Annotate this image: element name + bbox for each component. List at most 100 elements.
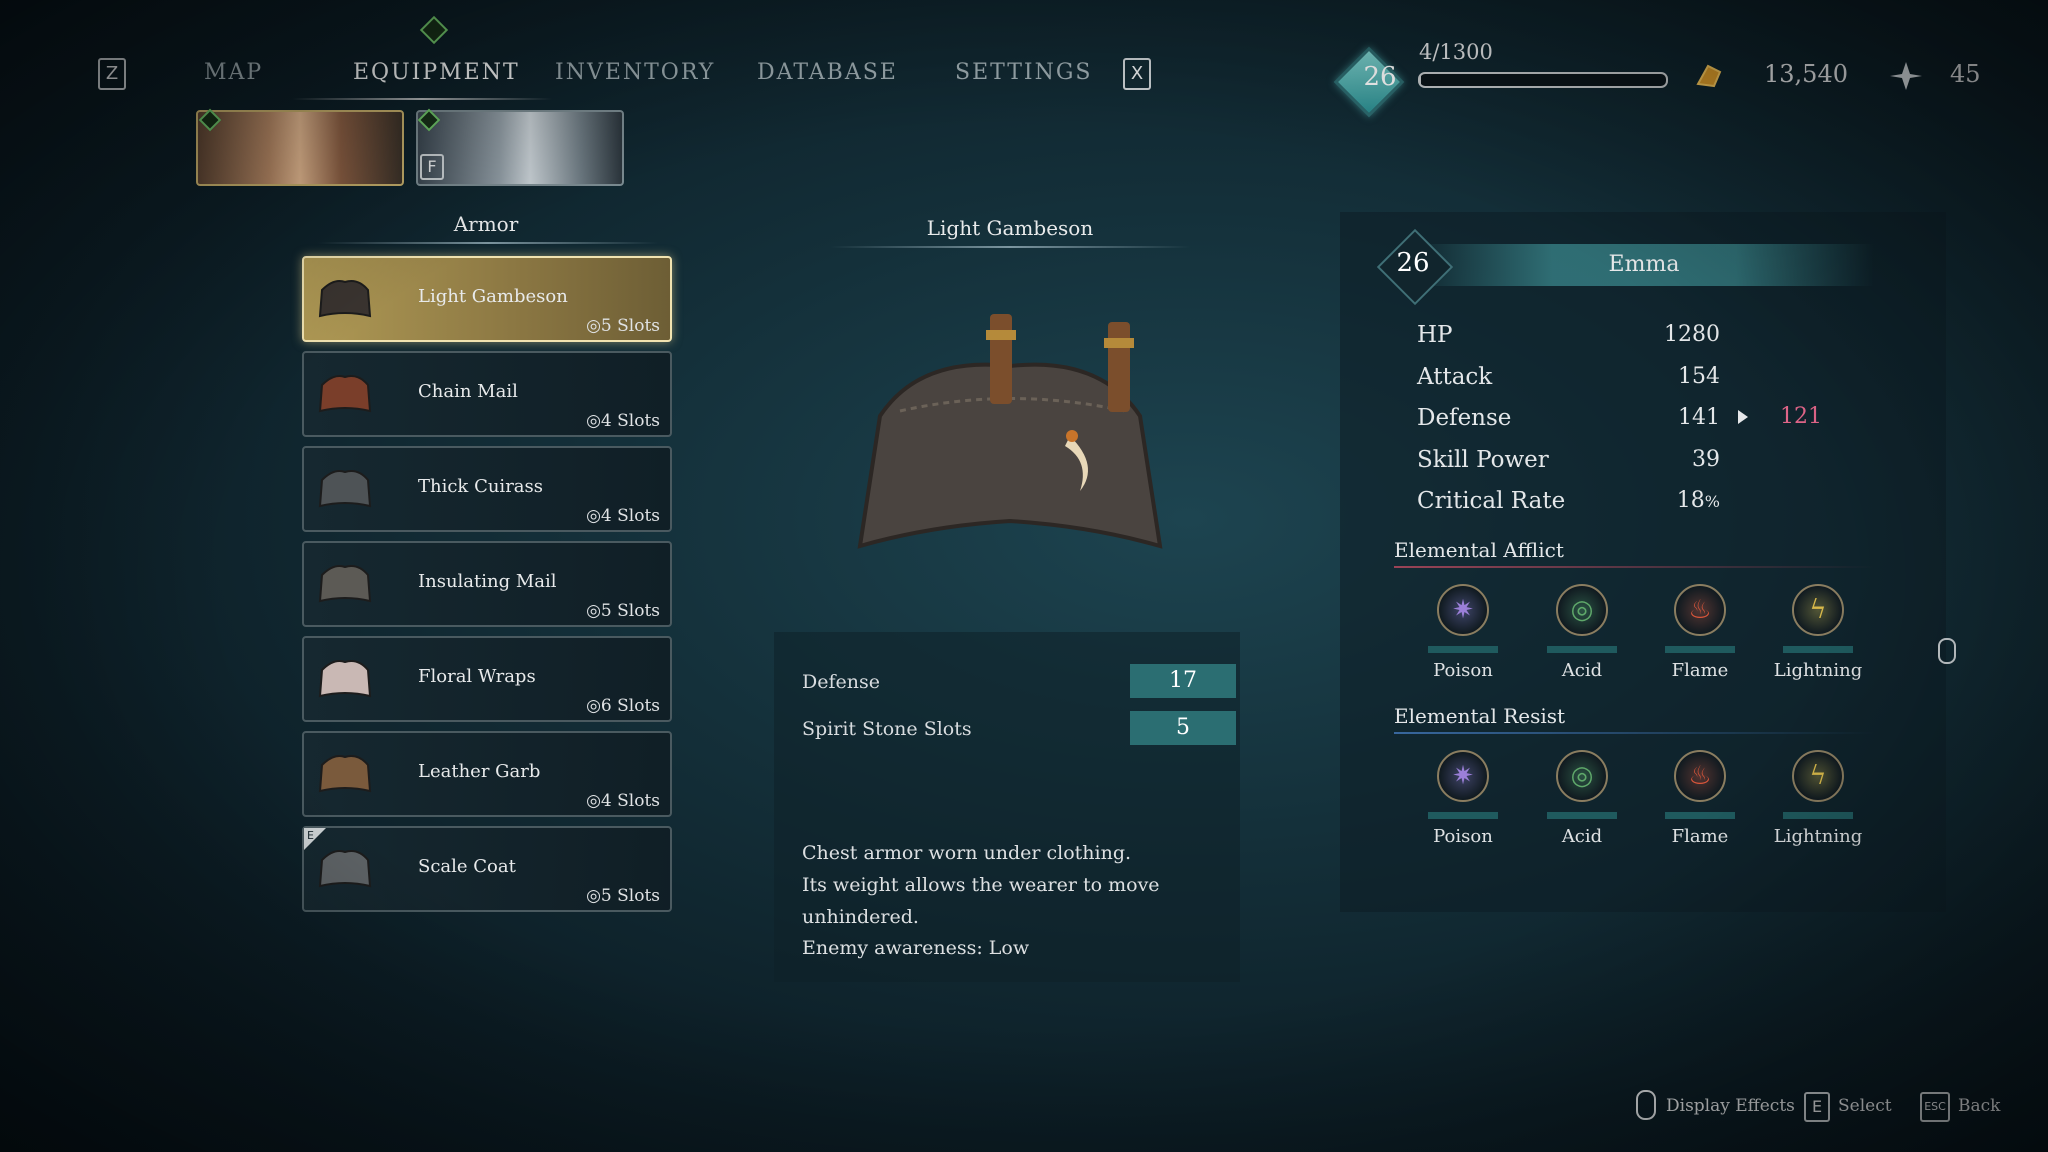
afflict-level-bar	[1783, 646, 1853, 653]
armor-name: Scale Coat	[418, 856, 516, 877]
armor-list-title: Armor	[453, 212, 519, 236]
skill-points: 45	[1950, 60, 1981, 88]
afflict-level-bar	[1547, 646, 1617, 653]
party-member-emma-portrait[interactable]	[196, 110, 404, 186]
armor-list-item[interactable]: Insulating Mail ◎5 Slots	[302, 541, 672, 627]
resist-level-bar	[1547, 812, 1617, 819]
elemental-resist-title: Elemental Resist	[1394, 704, 1566, 728]
resist-acid-icon[interactable]: ◎	[1556, 750, 1608, 802]
character-name: Emma	[1608, 252, 1680, 277]
currency-amount: 13,540	[1764, 60, 1848, 88]
character-stat-label: Skill Power	[1417, 446, 1549, 473]
item-title-divider	[830, 246, 1190, 248]
resist-label: Lightning	[1773, 826, 1863, 847]
slot-icon: ◎	[586, 696, 601, 716]
character-stat-value: 154	[1678, 363, 1720, 389]
next-tab-key[interactable]: X	[1123, 58, 1151, 90]
armor-slot-count: ◎4 Slots	[586, 411, 660, 431]
slot-icon: ◎	[586, 601, 601, 621]
armor-slot-count: ◎4 Slots	[586, 791, 660, 811]
armor-name: Floral Wraps	[418, 666, 536, 687]
stat-unit: %	[1704, 492, 1720, 511]
armor-name: Insulating Mail	[418, 571, 557, 592]
select-hint[interactable]: Select	[1838, 1096, 1892, 1116]
mouse-icon	[1636, 1090, 1656, 1120]
character-stat-value: 18%	[1676, 488, 1720, 513]
defense-label: Defense	[802, 671, 880, 693]
party-member-companion-portrait[interactable]	[416, 110, 624, 186]
armor-list-item[interactable]: Light Gambeson ◎5 Slots	[302, 256, 672, 342]
character-stat-value: 141	[1678, 405, 1720, 430]
armor-list-item[interactable]: Thick Cuirass ◎4 Slots	[302, 446, 672, 532]
armor-name: Thick Cuirass	[418, 476, 543, 497]
armor-slot-count: ◎5 Slots	[586, 316, 660, 336]
slot-icon: ◎	[586, 411, 601, 431]
resist-level-bar	[1428, 812, 1498, 819]
armor-list-item[interactable]: Scale Coat ◎5 Slots E	[302, 826, 672, 912]
xp-progress-bar	[1418, 72, 1668, 88]
tab-database[interactable]: DATABASE	[757, 60, 898, 85]
character-stat-value: 1280	[1664, 322, 1720, 347]
armor-list-item[interactable]: Leather Garb ◎4 Slots	[302, 731, 672, 817]
tab-map[interactable]: MAP	[204, 60, 263, 85]
tab-inventory[interactable]: INVENTORY	[555, 60, 715, 85]
character-stats-panel	[1340, 212, 1946, 912]
resist-poison-icon[interactable]: ✷	[1437, 750, 1489, 802]
defense-new-value: 121	[1780, 404, 1822, 429]
item-description-line: Its weight allows the wearer to move	[802, 874, 1160, 896]
armor-list-item[interactable]: Floral Wraps ◎6 Slots	[302, 636, 672, 722]
skill-point-icon	[1888, 60, 1924, 92]
afflict-acid-icon[interactable]: ◎	[1556, 584, 1608, 636]
slot-icon: ◎	[586, 886, 601, 906]
resist-lightning-icon[interactable]: ϟ	[1792, 750, 1844, 802]
armor-thumbnail-icon	[314, 460, 376, 516]
item-description-line: Chest armor worn under clothing.	[802, 842, 1132, 864]
defense-value: 17	[1130, 664, 1236, 698]
defense-change-arrow-icon	[1738, 410, 1748, 424]
resist-label: Acid	[1561, 826, 1603, 847]
armor-thumbnail-icon	[314, 650, 376, 706]
afflict-flame-icon[interactable]: ♨	[1674, 584, 1726, 636]
equipped-tag-label: E	[307, 829, 314, 842]
elemental-afflict-title: Elemental Afflict	[1394, 538, 1564, 562]
switch-companion-key[interactable]: F	[420, 154, 444, 180]
character-stat-label: Defense	[1417, 405, 1512, 431]
character-stat-label: Critical Rate	[1417, 488, 1566, 514]
armor-slot-count: ◎4 Slots	[586, 506, 660, 526]
tab-settings[interactable]: SETTINGS	[955, 60, 1092, 85]
resist-divider	[1394, 732, 1874, 734]
armor-slot-count: ◎5 Slots	[586, 886, 660, 906]
back-hint[interactable]: Back	[1958, 1096, 2000, 1116]
armor-list-item[interactable]: Chain Mail ◎4 Slots	[302, 351, 672, 437]
afflict-divider	[1394, 566, 1874, 568]
afflict-level-bar	[1665, 646, 1735, 653]
armor-name: Leather Garb	[418, 761, 541, 782]
item-description-line: unhindered.	[802, 906, 919, 928]
slot-icon: ◎	[586, 791, 601, 811]
currency-icon	[1694, 60, 1724, 90]
afflict-label: Flame	[1671, 660, 1729, 681]
spirit-stone-slots-value: 5	[1130, 711, 1236, 745]
armor-thumbnail-icon	[314, 745, 376, 801]
slot-icon: ◎	[586, 316, 601, 336]
afflict-poison-icon[interactable]: ✷	[1437, 584, 1489, 636]
afflict-label: Lightning	[1773, 660, 1863, 681]
character-stat-label: Attack	[1417, 363, 1493, 390]
display-effects-hint[interactable]: Display Effects	[1666, 1096, 1795, 1116]
tab-equipment[interactable]: EQUIPMENT	[353, 60, 520, 85]
armor-slot-count: ◎6 Slots	[586, 696, 660, 716]
notification-alert-icon	[419, 15, 449, 45]
afflict-lightning-icon[interactable]: ϟ	[1792, 584, 1844, 636]
resist-level-bar	[1665, 812, 1735, 819]
player-level: 26	[1363, 62, 1397, 92]
mouse-scroll-icon	[1938, 638, 1956, 664]
armor-name: Chain Mail	[418, 381, 518, 402]
xp-progress-fill	[1420, 74, 1421, 86]
armor-thumbnail-icon	[314, 270, 376, 326]
xp-text: 4/1300	[1419, 40, 1493, 64]
armor-name: Light Gambeson	[418, 286, 568, 307]
prev-tab-key[interactable]: Z	[98, 58, 126, 90]
resist-flame-icon[interactable]: ♨	[1674, 750, 1726, 802]
character-level: 26	[1396, 248, 1430, 278]
resist-label: Poison	[1433, 826, 1493, 847]
